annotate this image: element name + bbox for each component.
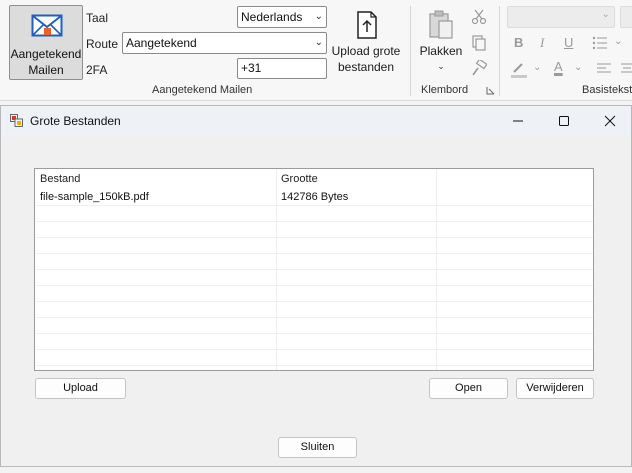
- chevron-down-icon: ⌄: [314, 37, 323, 48]
- grid-line: [35, 317, 593, 318]
- grid-line: [35, 301, 593, 302]
- group-label-aangetekend: Aangetekend Mailen: [152, 84, 253, 96]
- paste-button[interactable]: Plakken ⌄: [419, 8, 463, 78]
- cell-file-size: 142786 Bytes: [281, 191, 349, 203]
- group-label-basistekst: Basistekst: [582, 84, 632, 96]
- highlight-icon[interactable]: [510, 62, 528, 78]
- send-button-label-2: Mailen: [28, 63, 64, 77]
- title-bar: Grote Bestanden: [1, 106, 631, 136]
- chevron-down-icon: ⌄: [533, 62, 542, 73]
- clipboard-icon: [429, 10, 453, 39]
- font-size-dropdown[interactable]: [620, 6, 632, 28]
- grid-line: [35, 333, 593, 334]
- twofa-input[interactable]: +31: [237, 58, 327, 79]
- minimize-icon: [513, 120, 523, 122]
- chevron-down-icon: ⌄: [614, 36, 623, 47]
- chevron-down-icon: ⌄: [574, 62, 583, 73]
- cell-file-name: file-sample_150kB.pdf: [40, 191, 149, 203]
- maximize-icon: [559, 116, 569, 126]
- grid-line: [35, 221, 593, 222]
- upload-file-icon: [357, 11, 377, 39]
- route-label: Route: [86, 37, 119, 51]
- file-list[interactable]: Bestand Grootte file-sample_150kB.pdf 14…: [34, 168, 594, 371]
- upload-button[interactable]: Upload: [35, 378, 126, 399]
- background-strip: [0, 467, 632, 473]
- taal-label: Taal: [86, 11, 109, 25]
- cut-icon[interactable]: [471, 9, 487, 25]
- group-label-klembord: Klembord: [421, 84, 469, 96]
- route-value: Aangetekend: [126, 36, 197, 50]
- envelope-icon: [31, 14, 63, 37]
- grid-line: [35, 253, 593, 254]
- paste-label: Plakken: [419, 44, 463, 58]
- font-color-icon[interactable]: A: [554, 59, 563, 74]
- align-center-icon[interactable]: [620, 62, 632, 76]
- grid-line: [35, 205, 593, 206]
- minimize-button[interactable]: [495, 106, 541, 136]
- close-icon: [604, 115, 616, 127]
- chevron-down-icon: ⌄: [314, 11, 323, 22]
- ribbon-separator: [410, 6, 411, 96]
- route-dropdown[interactable]: Aangetekend ⌄: [122, 32, 327, 54]
- underline-icon[interactable]: U: [564, 35, 573, 50]
- bold-icon[interactable]: B: [514, 35, 523, 50]
- taal-dropdown[interactable]: Nederlands ⌄: [237, 6, 327, 28]
- upload-label-1: Upload grote: [331, 44, 401, 58]
- ribbon-separator: [499, 6, 500, 96]
- upload-label-2: bestanden: [337, 60, 395, 74]
- dialog-launcher-icon[interactable]: [486, 86, 495, 95]
- format-painter-icon[interactable]: [471, 60, 487, 76]
- maximize-button[interactable]: [541, 106, 587, 136]
- column-header-grootte[interactable]: Grootte: [276, 169, 436, 189]
- chevron-down-icon: ⌄: [437, 61, 445, 71]
- upload-grote-bestanden-button[interactable]: Upload grote bestanden: [330, 8, 402, 80]
- grote-bestanden-window: Grote Bestanden Bestand Grootte file-sam…: [0, 105, 632, 467]
- app-icon: [10, 114, 23, 127]
- send-button-label-1: Aangetekend: [10, 47, 82, 61]
- delete-button[interactable]: Verwijderen: [516, 378, 594, 399]
- chevron-down-icon: ⌄: [601, 9, 610, 20]
- grid-line: [35, 365, 593, 366]
- grid-line: [35, 285, 593, 286]
- ribbon: Aangetekend Mailen Taal Nederlands ⌄ Rou…: [0, 0, 632, 101]
- copy-icon[interactable]: [471, 35, 487, 51]
- close-button[interactable]: Sluiten: [278, 437, 357, 458]
- open-button[interactable]: Open: [429, 378, 508, 399]
- font-family-dropdown[interactable]: ⌄: [507, 6, 615, 28]
- grid-line: [35, 237, 593, 238]
- close-window-button[interactable]: [587, 106, 632, 136]
- grid-line: [35, 349, 593, 350]
- column-header-bestand[interactable]: Bestand: [35, 169, 276, 189]
- taal-value: Nederlands: [241, 10, 303, 24]
- italic-icon[interactable]: I: [540, 35, 544, 51]
- aangetekend-mailen-button[interactable]: Aangetekend Mailen: [9, 5, 83, 80]
- table-row[interactable]: file-sample_150kB.pdf 142786 Bytes: [35, 189, 593, 205]
- window-title: Grote Bestanden: [30, 114, 121, 128]
- bullet-list-icon[interactable]: [592, 36, 608, 50]
- twofa-label: 2FA: [86, 63, 108, 77]
- align-left-icon[interactable]: [596, 62, 612, 76]
- grid-line: [35, 269, 593, 270]
